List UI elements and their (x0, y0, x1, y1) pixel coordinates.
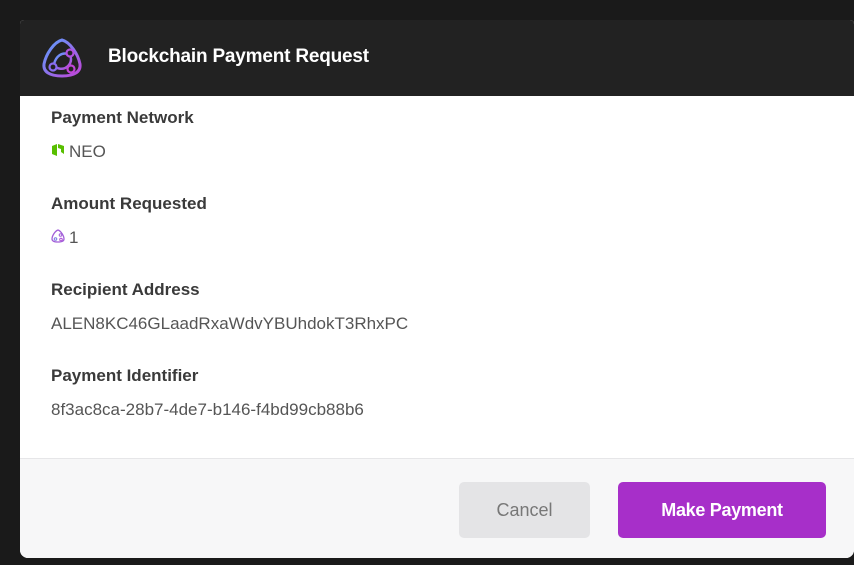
blockchain-network-icon (40, 36, 84, 80)
payment-network-label: Payment Network (51, 108, 194, 127)
make-payment-button[interactable]: Make Payment (618, 482, 826, 538)
dialog-title: Blockchain Payment Request (108, 46, 369, 67)
payment-network-text: NEO (69, 142, 106, 161)
amount-requested-label: Amount Requested (51, 194, 207, 213)
payment-identifier-value: 8f3ac8ca-28b7-4de7-b146-f4bd99cb88b6 (51, 400, 364, 419)
payment-request-dialog: Blockchain Payment Request Payment Netwo… (20, 20, 854, 558)
payment-network-value: NEO (51, 142, 106, 162)
token-icon (51, 228, 65, 248)
recipient-address-value: ALEN8KC46GLaadRxaWdvYBUhdokT3RhxPC (51, 314, 409, 333)
dialog-header: Blockchain Payment Request (20, 20, 854, 96)
dialog-footer: Cancel Make Payment (20, 458, 854, 558)
recipient-address-label: Recipient Address (51, 280, 200, 299)
payment-identifier-label: Payment Identifier (51, 366, 199, 385)
cancel-button[interactable]: Cancel (459, 482, 590, 538)
amount-requested-value: 1 (51, 228, 78, 248)
amount-requested-text: 1 (69, 228, 79, 247)
neo-icon (51, 142, 65, 162)
